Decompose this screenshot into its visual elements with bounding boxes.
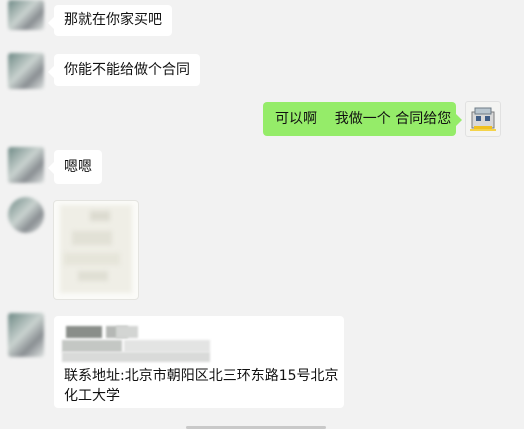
contact-avatar[interactable]	[8, 197, 44, 233]
image-thumbnail	[64, 253, 120, 265]
message-text: 你能不能给做个合同	[64, 62, 190, 78]
contact-avatar[interactable]	[8, 0, 44, 30]
message-text: 嗯嗯	[64, 159, 92, 175]
message-bubble: 那就在你家买吧	[48, 5, 172, 36]
blurred-text	[116, 326, 138, 338]
blurred-text	[66, 326, 102, 338]
message-text: 可以啊 我做一个 合同给您	[275, 111, 452, 127]
image-thumbnail	[90, 211, 110, 221]
message-text: 联系地址:北京市朝阳区北三环东路15号北京化工大学	[64, 368, 339, 404]
contact-avatar[interactable]	[8, 53, 44, 89]
contact-card-message[interactable]: 联系地址:北京市朝阳区北三环东路15号北京化工大学	[54, 316, 344, 408]
shop-icon	[470, 107, 496, 131]
image-thumbnail	[78, 271, 108, 281]
blurred-text	[62, 352, 210, 362]
contact-avatar[interactable]	[8, 313, 44, 357]
message-bubble: 嗯嗯	[48, 150, 102, 184]
blurred-text	[124, 340, 210, 352]
my-avatar[interactable]	[465, 101, 501, 137]
message-bubble-outgoing: 可以啊 我做一个 合同给您	[263, 102, 462, 136]
contact-avatar[interactable]	[8, 147, 44, 183]
blurred-text	[62, 340, 122, 352]
image-thumbnail	[72, 231, 112, 245]
image-message[interactable]	[53, 200, 139, 300]
message-bubble: 你能不能给做个合同	[48, 54, 200, 86]
message-text: 那就在你家买吧	[64, 12, 162, 28]
